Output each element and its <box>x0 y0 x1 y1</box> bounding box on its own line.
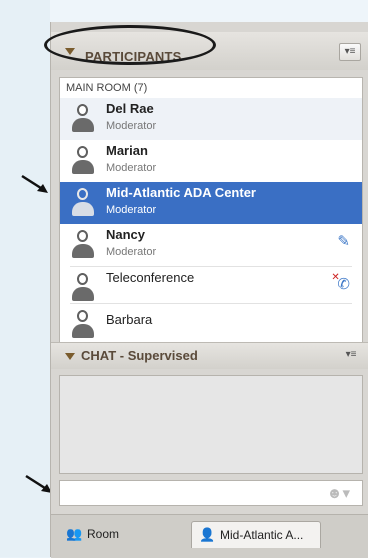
annotation-arrow-top <box>21 174 48 193</box>
participant-role: Moderator <box>106 246 157 258</box>
chat-messages-area[interactable] <box>59 375 363 474</box>
participant-name: Barbara <box>106 312 153 327</box>
avatar-icon <box>72 146 94 176</box>
chat-menu-button[interactable]: ▾≡ <box>341 347 361 363</box>
tab-room[interactable]: 👥 Room <box>59 521 179 547</box>
participant-name: Del Rae <box>106 101 154 116</box>
avatar-icon <box>72 273 94 303</box>
phone-muted-icon: ✕ ✆ <box>331 272 350 293</box>
tab-private-chat-label: Mid-Atlantic A... <box>220 528 304 542</box>
user-icon: 👤 <box>199 527 216 542</box>
participant-row[interactable]: Teleconference ✕ ✆ <box>60 267 362 303</box>
participant-row[interactable]: Marian Moderator <box>60 140 362 182</box>
avatar-icon <box>72 310 94 340</box>
participant-role: Moderator <box>106 162 157 174</box>
avatar-icon <box>72 230 94 260</box>
participant-role: Moderator <box>106 120 157 132</box>
meeting-panel: PARTICIPANTS ▾≡ MAIN ROOM (7) Del Rae Mo… <box>50 22 368 558</box>
tab-room-label: Room <box>87 527 120 541</box>
avatar-icon <box>72 104 94 134</box>
participant-row[interactable]: Nancy Moderator ✎ <box>60 224 362 266</box>
participant-name: Nancy <box>106 227 146 242</box>
chat-input[interactable]: ☻▾ <box>59 480 363 506</box>
emoji-icon[interactable]: ☻▾ <box>327 484 350 502</box>
top-background <box>0 0 368 22</box>
participant-role: Moderator <box>106 204 157 216</box>
users-icon: 👥 <box>66 526 83 541</box>
chat-title: CHAT - Supervised <box>81 348 198 363</box>
participant-row[interactable]: Barbara <box>60 304 362 340</box>
bottom-tabs: 👥 Room 👤 Mid-Atlantic A... <box>51 514 368 558</box>
avatar-icon <box>72 188 94 218</box>
participant-row[interactable]: Del Rae Moderator <box>60 98 362 140</box>
microphone-icon: ✎ <box>337 233 350 250</box>
participant-name: Teleconference <box>106 270 195 285</box>
chat-header: CHAT - Supervised ▾≡ <box>51 342 368 369</box>
highlight-ellipse <box>44 25 216 65</box>
participants-menu-button[interactable]: ▾≡ <box>339 43 361 61</box>
collapse-triangle-icon[interactable] <box>65 353 75 360</box>
participants-list[interactable]: MAIN ROOM (7) Del Rae Moderator Marian M… <box>59 77 363 359</box>
participant-name: Marian <box>106 143 148 158</box>
tab-private-chat[interactable]: 👤 Mid-Atlantic A... <box>191 521 321 548</box>
room-label: MAIN ROOM (7) <box>66 82 148 94</box>
participant-name: Mid-Atlantic ADA Center <box>106 185 256 200</box>
participant-row-selected[interactable]: Mid-Atlantic ADA Center Moderator <box>60 182 362 224</box>
